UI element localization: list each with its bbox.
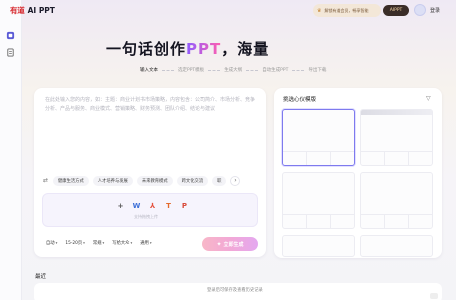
- home-icon[interactable]: [5, 30, 16, 41]
- option-pages[interactable]: 15-20页 ▾: [65, 240, 85, 246]
- filter-icon[interactable]: ▽: [426, 95, 431, 102]
- option-label: 写给大众: [112, 241, 130, 246]
- upload-hint: 支持拖拽上传: [134, 214, 158, 219]
- upload-area[interactable]: [42, 193, 258, 227]
- option-mode[interactable]: 自动 ▾: [46, 240, 57, 246]
- step-3: 生成大纲: [224, 68, 243, 73]
- chevron-down-icon: ▾: [83, 241, 85, 245]
- template-thumb[interactable]: [360, 235, 433, 257]
- upload-icons: + W ⅄ T P: [116, 201, 189, 210]
- step-2: 选定PPT模板: [178, 68, 205, 73]
- chevron-right-icon[interactable]: ›: [230, 175, 241, 186]
- promo-banner[interactable]: ♛ 解锁有道会员，畅享智能: [313, 4, 381, 17]
- option-scene[interactable]: 通用 ▾: [140, 240, 151, 246]
- recent-action-button[interactable]: [430, 293, 438, 299]
- option-label: 15-20页: [65, 241, 83, 246]
- template-title: 挑选心仪模版: [283, 97, 317, 103]
- crown-icon: ♛: [317, 7, 322, 14]
- promo-text: 解锁有道会员，畅享智能: [324, 7, 369, 13]
- step-4: 自动生成PPT: [262, 68, 289, 73]
- avatar[interactable]: [414, 4, 426, 16]
- pdf-icon[interactable]: ⅄: [148, 201, 157, 210]
- sidebar: [0, 0, 22, 300]
- chip-item[interactable]: 人才培养与发展: [92, 175, 133, 186]
- text-icon[interactable]: T: [164, 201, 173, 210]
- template-thumb[interactable]: [360, 109, 433, 166]
- login-link[interactable]: 登录: [430, 7, 440, 14]
- topic-input[interactable]: 在此处输入您的内容，如：主题：商业计划书市场策略，内容包含：公司简介、市场分析、…: [45, 96, 255, 113]
- recent-empty-text: 登录后可保存及查看历史记录: [207, 288, 263, 293]
- chevron-down-icon: ▾: [55, 241, 58, 245]
- chip-item[interactable]: 跨文化交流: [176, 175, 209, 186]
- generate-button[interactable]: ✦ 立即生成: [202, 237, 258, 251]
- option-style[interactable]: 常规 ▾: [93, 240, 104, 246]
- chip-item[interactable]: 职: [212, 175, 227, 186]
- chevron-down-icon: ▾: [130, 241, 133, 245]
- sparkle-icon: ✦: [216, 240, 222, 248]
- step-progress: 输入文本 选定PPT模板 生成大纲 自动生成PPT 导出下载: [140, 66, 326, 74]
- option-label: 通用: [140, 241, 149, 246]
- step-5: 导出下载: [308, 68, 327, 73]
- title-prefix: 一句话创作: [106, 40, 187, 58]
- word-icon[interactable]: W: [132, 201, 141, 210]
- chevron-down-icon: ▾: [102, 241, 105, 245]
- title-highlight: PPT: [186, 40, 222, 58]
- ppt-icon[interactable]: P: [180, 201, 189, 210]
- option-label: 常规: [92, 241, 102, 246]
- template-thumb[interactable]: [282, 172, 355, 229]
- chip-item[interactable]: 健康生活方式: [53, 175, 89, 186]
- input-card: [34, 88, 266, 257]
- template-thumb[interactable]: [360, 172, 433, 229]
- step-divider: [162, 69, 174, 71]
- recent-title: 最近: [35, 274, 47, 280]
- document-icon[interactable]: [5, 47, 16, 58]
- chevron-down-icon: ▾: [149, 241, 152, 245]
- chip-item[interactable]: 未来教育模式: [136, 175, 173, 186]
- logo-product: AI PPT: [27, 5, 55, 15]
- title-suffix: ，海量: [221, 40, 270, 58]
- topic-chips: ⇄ 健康生活方式 人才培养与发展 未来教育模式 跨文化交流 职 ›: [42, 175, 241, 186]
- generation-options: 自动 ▾ 15-20页 ▾ 常规 ▾ 写给大众 ▾ 通用 ▾: [46, 240, 152, 246]
- template-thumb[interactable]: [282, 235, 355, 257]
- promo-button[interactable]: AIPPT: [383, 5, 409, 16]
- logo-brand: 有道: [10, 5, 25, 15]
- option-audience[interactable]: 写给大众 ▾: [112, 240, 132, 246]
- step-divider: [292, 69, 305, 71]
- page-title: 一句话创作PPT，海量: [106, 38, 269, 59]
- step-1: 输入文本: [140, 68, 158, 73]
- step-divider: [208, 69, 221, 71]
- option-label: 自动: [46, 241, 55, 246]
- shuffle-icon[interactable]: ⇄: [42, 177, 49, 184]
- generate-label: 立即生成: [223, 241, 244, 248]
- app-logo[interactable]: 有道 AI PPT: [10, 5, 55, 15]
- plus-icon[interactable]: +: [116, 201, 125, 210]
- template-thumb[interactable]: [282, 109, 355, 166]
- step-divider: [246, 69, 259, 71]
